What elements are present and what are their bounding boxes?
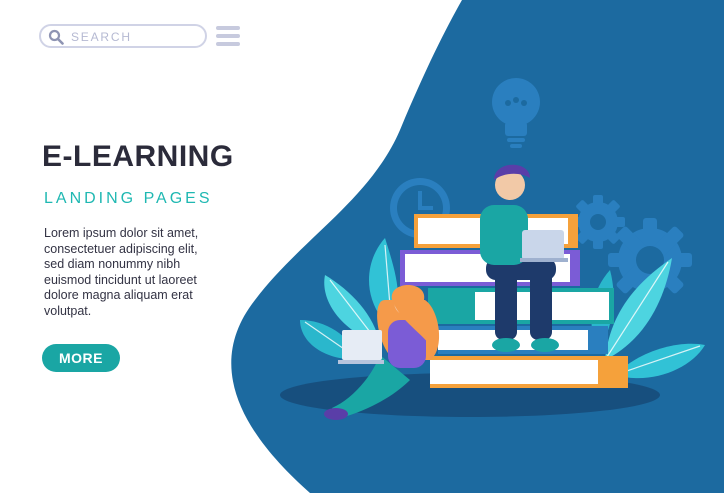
hamburger-menu-icon[interactable] bbox=[216, 26, 240, 46]
page-subtitle: LANDING PAGES bbox=[44, 190, 213, 207]
search-bar[interactable] bbox=[39, 24, 207, 48]
search-icon bbox=[48, 29, 64, 45]
laptop-icon bbox=[520, 258, 568, 262]
more-button[interactable]: MORE bbox=[42, 344, 120, 372]
lightbulb-icon bbox=[492, 78, 540, 148]
search-input[interactable] bbox=[71, 28, 199, 46]
hero-description: Lorem ipsum dolor sit amet, consectetuer… bbox=[44, 226, 199, 318]
page-title: E-LEARNING bbox=[42, 140, 234, 173]
landing-page: E-LEARNING LANDING PAGES Lorem ipsum dol… bbox=[0, 0, 724, 493]
